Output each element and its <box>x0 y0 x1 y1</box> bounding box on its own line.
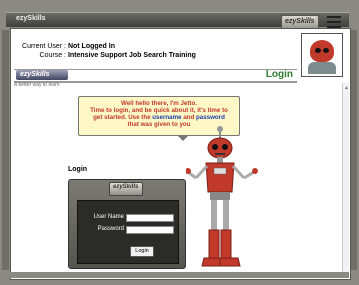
app-window: ezySkills ezySkills Current User : Not L… <box>0 0 359 285</box>
current-user-value: Not Logged In <box>67 43 115 50</box>
header-bar: ezySkills Login <box>14 69 297 83</box>
window-grip-icon[interactable] <box>327 13 345 29</box>
login-button[interactable]: Login <box>130 246 154 257</box>
user-info: Current User : Not Logged In Course : In… <box>14 42 196 60</box>
speech-line-3: get started. Use the username and passwo… <box>93 114 225 121</box>
panel-logo-text: ezySkills <box>113 184 139 190</box>
username-row: User Name <box>78 214 178 223</box>
username-label: User Name <box>93 214 124 220</box>
login-heading: Login <box>68 166 88 173</box>
brand-logo-text: ezySkills <box>285 18 315 25</box>
brand-logo: ezySkills <box>16 70 68 80</box>
username-field[interactable] <box>126 214 174 222</box>
avatar <box>301 33 343 77</box>
bottom-frame <box>10 272 349 278</box>
course-label: Course : <box>39 52 66 59</box>
scroll-up-icon[interactable]: ▲ <box>344 85 349 91</box>
password-field[interactable] <box>126 226 174 234</box>
current-user-label: Current User : <box>22 43 66 50</box>
title-bar: ezySkills ezySkills <box>6 12 349 31</box>
login-form: User Name Password Login <box>77 200 179 264</box>
left-rail <box>2 30 9 270</box>
speech-line-1: Well hello there, I'm Jetto. <box>121 100 197 107</box>
window-title: ezySkills <box>16 15 46 22</box>
course-value: Intensive Support Job Search Training <box>67 52 196 59</box>
panel-logo: ezySkills <box>109 182 143 196</box>
password-row: Password <box>78 226 178 235</box>
tagline: A better way to learn <box>14 82 60 88</box>
robot-mascot <box>186 126 258 267</box>
vertical-scrollbar[interactable]: ▲ <box>342 83 349 273</box>
login-panel: ezySkills User Name Password Login <box>68 179 186 269</box>
page-title: Login <box>265 69 293 80</box>
speech-line-2: Time to login, and be quick about it, it… <box>90 107 228 114</box>
password-label: Password <box>97 226 124 232</box>
brand-logo-label: ezySkills <box>20 71 50 78</box>
